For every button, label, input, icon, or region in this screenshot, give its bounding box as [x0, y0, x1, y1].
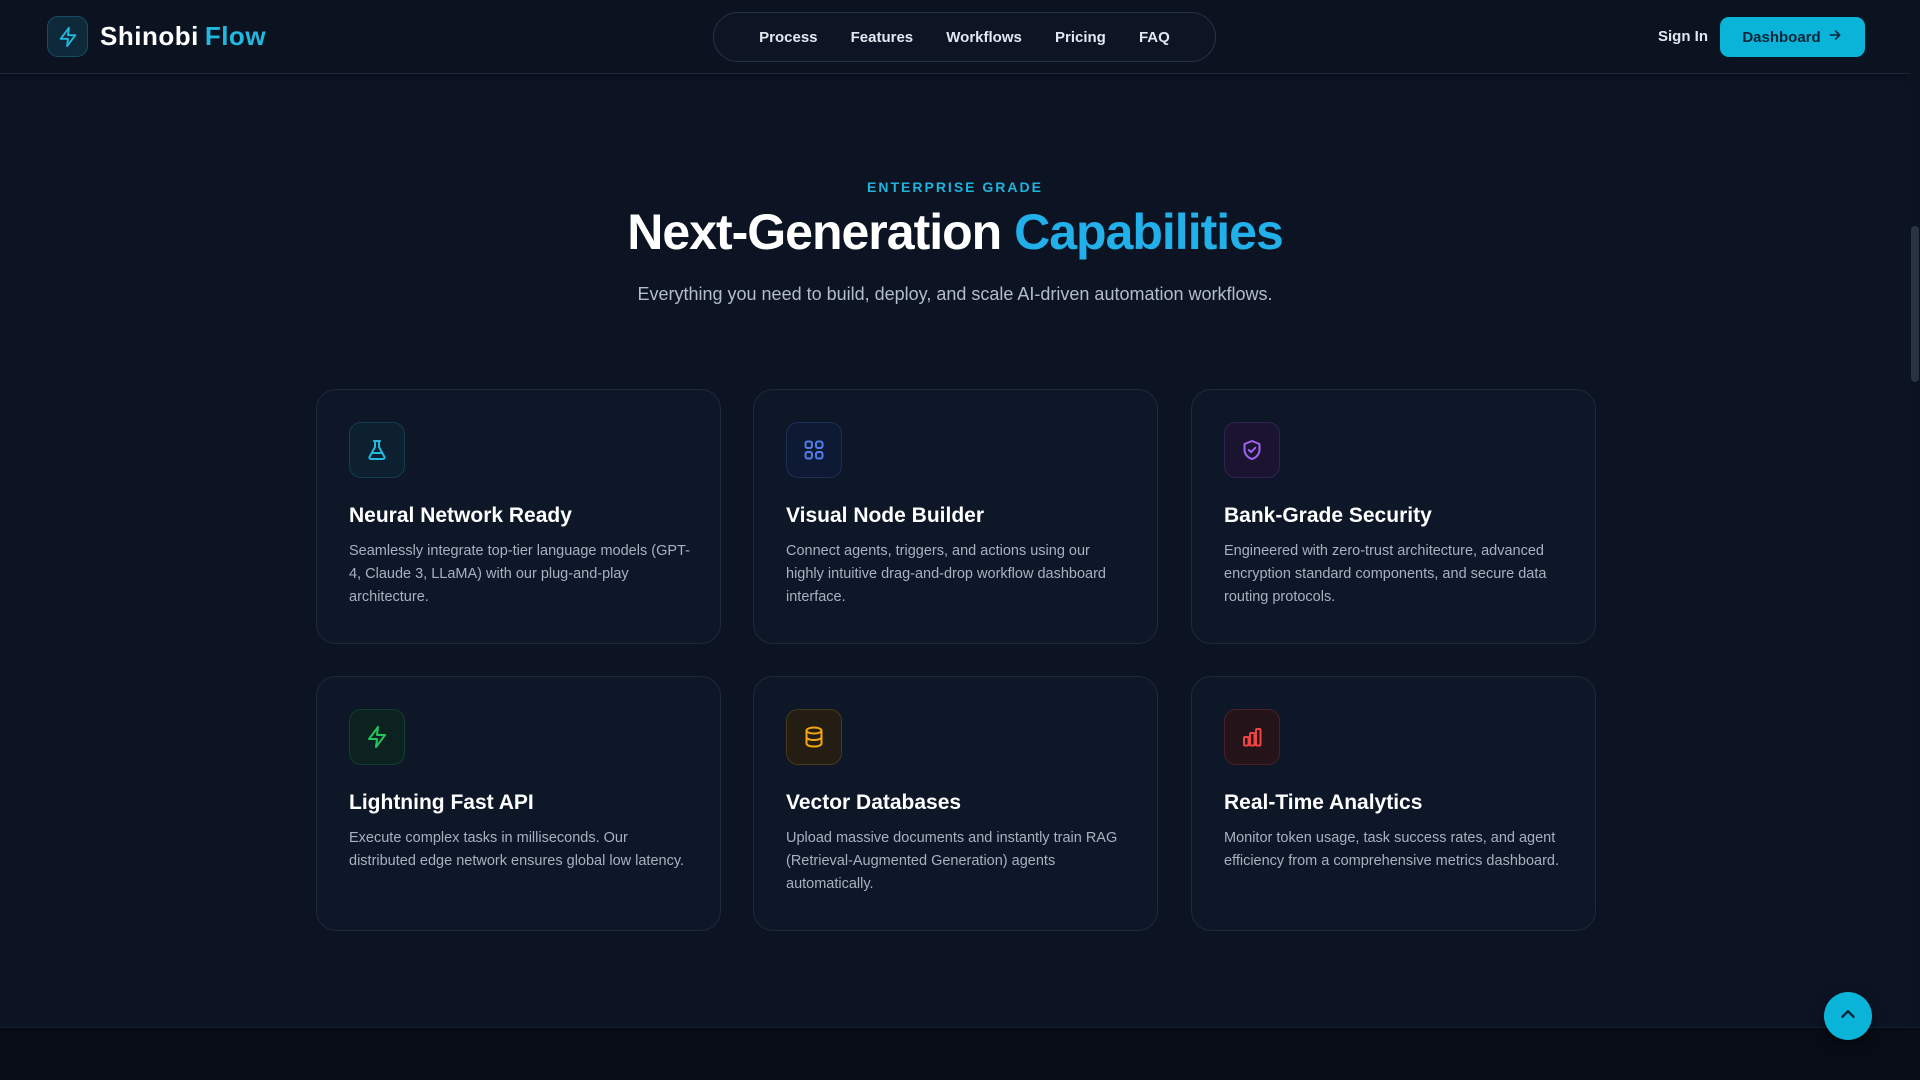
- brand-logo[interactable]: Shinobi Flow: [47, 16, 266, 57]
- database-icon: [786, 709, 842, 765]
- lightning-bolt-icon: [349, 709, 405, 765]
- feature-title: Vector Databases: [786, 791, 962, 814]
- brand-name-primary: Shinobi: [100, 21, 199, 51]
- nav-item-features[interactable]: Features: [851, 29, 914, 46]
- feature-card-bank-grade-security: Bank-Grade Security Engineered with zero…: [1191, 389, 1596, 644]
- feature-description: Engineered with zero-trust architecture,…: [1224, 543, 1547, 605]
- feature-description: Seamlessly integrate top-tier language m…: [349, 543, 690, 605]
- scroll-to-top-button[interactable]: [1824, 992, 1872, 1040]
- section-title: Next-Generation Capabilities: [0, 203, 1910, 261]
- footer-strip: [0, 1027, 1920, 1080]
- section-subtitle: Everything you need to build, deploy, an…: [637, 284, 1273, 304]
- brand-name: Shinobi Flow: [100, 21, 266, 52]
- brand-name-accent: Flow: [204, 21, 267, 51]
- main-nav: Process Features Workflows Pricing FAQ: [713, 12, 1216, 62]
- nav-item-faq[interactable]: FAQ: [1139, 29, 1170, 46]
- feature-description: Execute complex tasks in milliseconds. O…: [349, 830, 685, 869]
- shield-check-icon: [1224, 422, 1280, 478]
- chevron-up-icon: [1837, 1003, 1859, 1030]
- feature-description: Monitor token usage, task success rates,…: [1224, 830, 1559, 869]
- nav-item-pricing[interactable]: Pricing: [1055, 29, 1106, 46]
- feature-title: Bank-Grade Security: [1224, 504, 1432, 527]
- bar-chart-icon: [1224, 709, 1280, 765]
- section-title-main: Next-Generation: [627, 204, 1002, 260]
- feature-title: Lightning Fast API: [349, 791, 534, 814]
- lightning-bolt-icon: [47, 16, 88, 57]
- section-title-accent: Capabilities: [1014, 204, 1284, 260]
- nav-item-workflows[interactable]: Workflows: [946, 29, 1022, 46]
- scrollbar-track[interactable]: [1910, 0, 1920, 1027]
- arrow-right-icon: [1827, 27, 1843, 47]
- feature-card-vector-databases: Vector Databases Upload massive document…: [753, 676, 1158, 931]
- feature-card-real-time-analytics: Real-Time Analytics Monitor token usage,…: [1191, 676, 1596, 931]
- feature-title: Real-Time Analytics: [1224, 791, 1423, 814]
- page: Shinobi Flow Process Features Workflows P…: [0, 0, 1920, 1080]
- feature-description: Connect agents, triggers, and actions us…: [786, 543, 1106, 605]
- dashboard-button[interactable]: Dashboard: [1720, 17, 1865, 57]
- feature-card-neural-network: Neural Network Ready Seamlessly integrat…: [316, 389, 721, 644]
- nav-item-process[interactable]: Process: [759, 29, 817, 46]
- feature-description: Upload massive documents and instantly t…: [786, 830, 1118, 892]
- top-navbar: Shinobi Flow Process Features Workflows P…: [0, 0, 1910, 74]
- feature-card-lightning-fast-api: Lightning Fast API Execute complex tasks…: [316, 676, 721, 931]
- features-grid: Neural Network Ready Seamlessly integrat…: [316, 389, 1596, 931]
- section-eyebrow: ENTERPRISE GRADE: [867, 179, 1043, 195]
- dashboard-button-label: Dashboard: [1742, 28, 1821, 46]
- feature-title: Neural Network Ready: [349, 504, 572, 527]
- grid-icon: [786, 422, 842, 478]
- flask-icon: [349, 422, 405, 478]
- scrollbar-thumb[interactable]: [1911, 226, 1919, 382]
- feature-title: Visual Node Builder: [786, 504, 984, 527]
- sign-in-link[interactable]: Sign In: [1658, 28, 1708, 45]
- feature-card-visual-node-builder: Visual Node Builder Connect agents, trig…: [753, 389, 1158, 644]
